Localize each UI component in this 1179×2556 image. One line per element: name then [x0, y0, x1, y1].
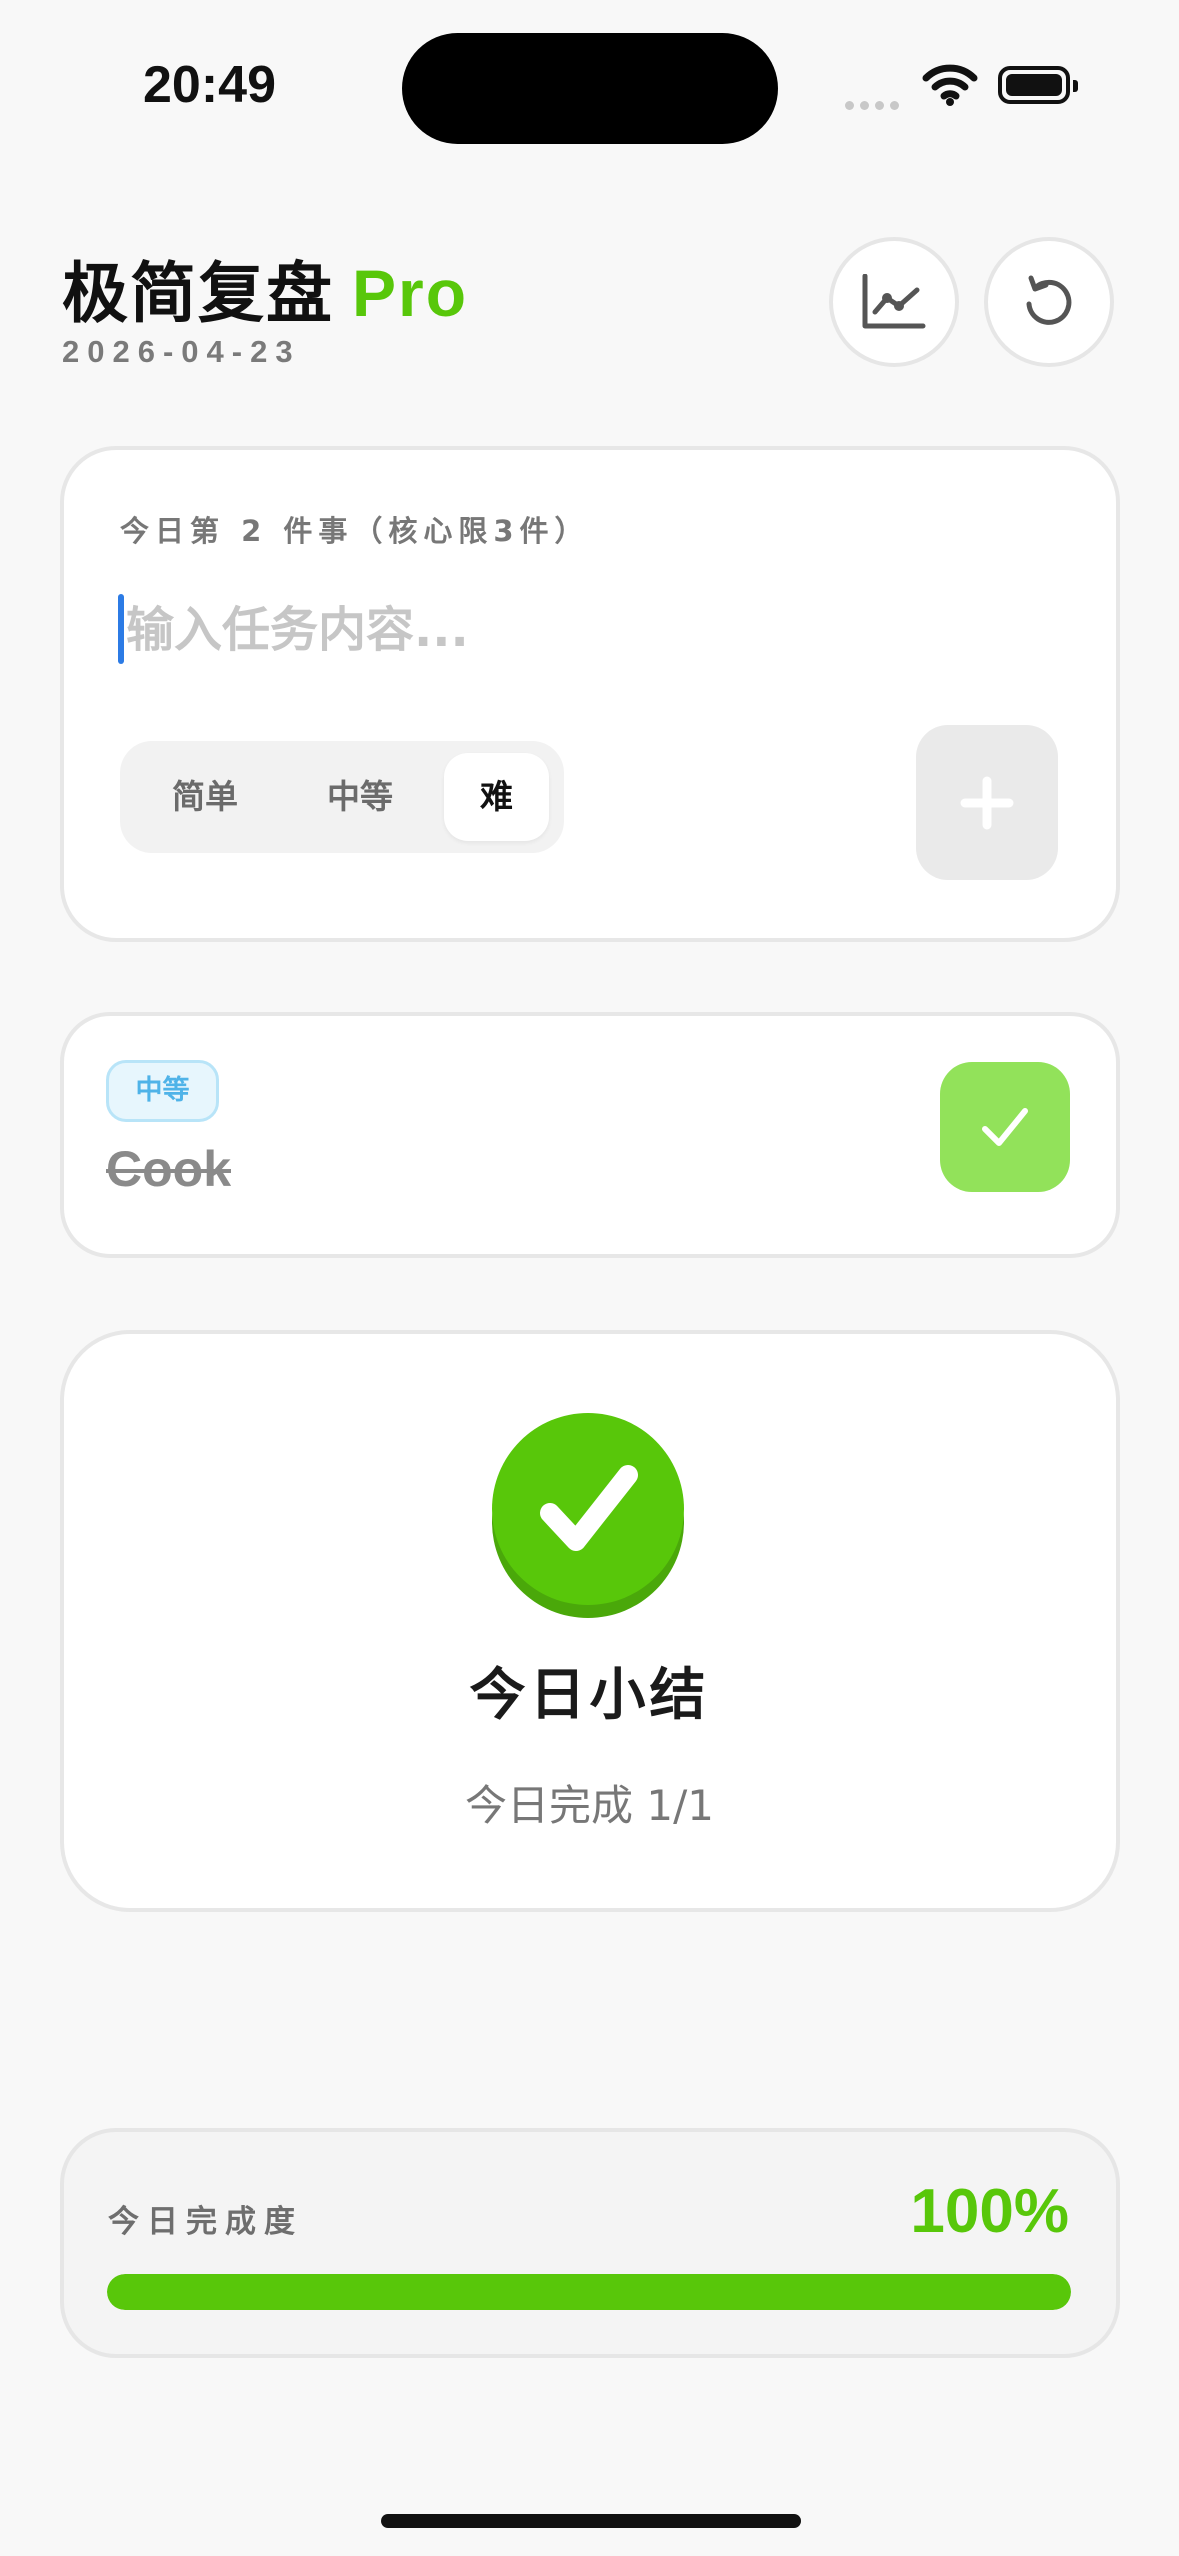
wifi-icon — [922, 64, 978, 110]
summary-subtitle: 今日完成 1/1 — [465, 1781, 714, 1830]
progress-label: 今日完成度 — [108, 2204, 303, 2240]
success-check-icon — [492, 1413, 684, 1618]
summary-title: 今日小结 — [469, 1663, 710, 1728]
check-icon — [982, 1108, 1028, 1146]
pro-badge: Pro — [352, 256, 469, 330]
battery-icon — [998, 66, 1078, 104]
task-input[interactable] — [126, 590, 826, 670]
add-task-button[interactable] — [916, 725, 1058, 880]
progress-percentage: 100% — [910, 2177, 1069, 2246]
progress-bar-fill — [107, 2274, 1071, 2310]
difficulty-medium[interactable]: 中等 — [305, 741, 415, 853]
task-title: Cook — [106, 1141, 231, 1197]
progress-bar — [107, 2274, 1071, 2310]
app-title-text: 极简复盘 — [62, 255, 334, 332]
complete-task-button[interactable] — [940, 1062, 1070, 1192]
signal-icon — [845, 95, 905, 114]
refresh-icon — [1026, 275, 1072, 325]
chart-icon — [862, 274, 926, 329]
difficulty-badge: 中等 — [106, 1060, 219, 1122]
app-title: 极简复盘 Pro — [62, 240, 468, 336]
text-cursor — [118, 594, 124, 664]
reset-button[interactable] — [984, 237, 1114, 367]
stats-button[interactable] — [829, 237, 959, 367]
current-date: 2026-04-23 — [62, 334, 301, 369]
task-count-label: 今日第 2 件事（核心限3件） — [120, 514, 590, 548]
home-indicator — [381, 2514, 801, 2528]
dynamic-island — [402, 33, 778, 144]
difficulty-selector: 简单 中等 难 — [120, 741, 564, 853]
plus-icon — [960, 776, 1014, 829]
difficulty-easy[interactable]: 简单 — [150, 741, 260, 853]
status-time: 20:49 — [143, 56, 276, 114]
difficulty-hard[interactable]: 难 — [444, 741, 549, 853]
